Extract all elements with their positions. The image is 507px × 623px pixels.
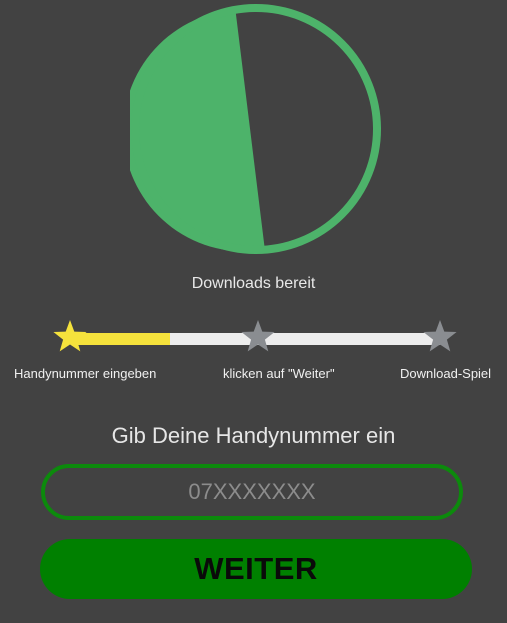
weiter-button[interactable]: WEITER [40, 539, 472, 599]
download-progress-pie [123, 3, 382, 255]
download-page: Downloads bereit Handynummer eingeben kl… [0, 0, 507, 623]
star-icon [52, 319, 88, 355]
step-label-handynummer: Handynummer eingeben [14, 366, 157, 381]
progress-caption: Downloads bereit [191, 275, 316, 292]
step-indicator: Handynummer eingeben klicken auf "Weiter… [0, 312, 507, 392]
star-icon [422, 319, 458, 355]
phone-prompt: Gib Deine Handynummer ein [111, 423, 396, 448]
star-icon [240, 319, 276, 355]
step-label-download: Download-Spiel [400, 366, 492, 381]
step-label-weiter: klicken auf "Weiter" [223, 366, 335, 381]
phone-number-input[interactable] [41, 464, 463, 520]
